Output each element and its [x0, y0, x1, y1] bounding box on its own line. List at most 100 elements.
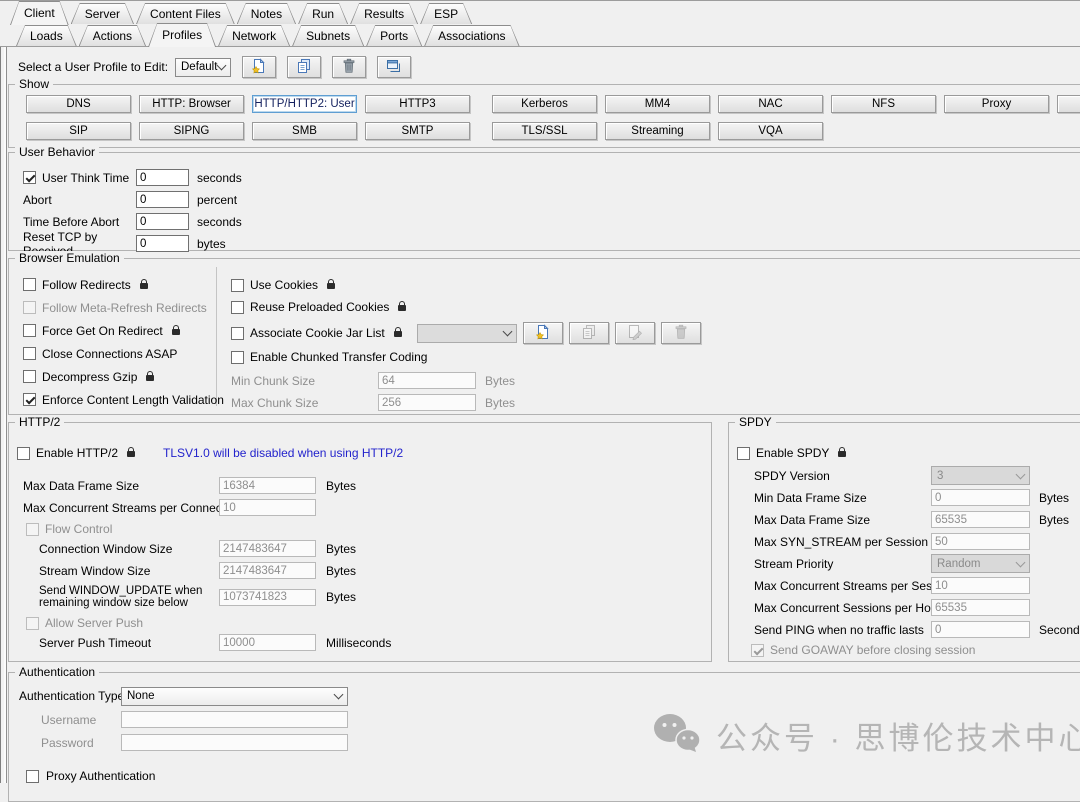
show-button-sip[interactable]: SIP — [26, 122, 131, 140]
reset-tcp-input[interactable] — [136, 235, 189, 252]
show-button-vqa-label: VQA — [758, 125, 782, 137]
show-button-proxy[interactable]: Proxy — [944, 95, 1049, 113]
show-button-partial[interactable] — [1057, 95, 1080, 113]
chevron-down-icon — [334, 690, 344, 700]
tab-actions[interactable]: Actions — [79, 25, 146, 46]
enable-chunked-checkbox[interactable] — [231, 351, 244, 364]
show-button-vqa[interactable]: VQA — [718, 122, 823, 140]
tab-notes-label: Notes — [251, 7, 282, 21]
tab-subnets[interactable]: Subnets — [292, 25, 364, 46]
show-button-smtp[interactable]: SMTP — [365, 122, 470, 140]
show-button-nfs[interactable]: NFS — [831, 95, 936, 113]
spdy-syn-stream-input — [931, 533, 1030, 550]
window-top-border — [0, 0, 1080, 1]
tab-server[interactable]: Server — [71, 3, 134, 24]
spdy-send-ping-label: Send PING when no traffic lasts — [754, 623, 931, 637]
trash-icon — [673, 324, 689, 343]
enable-spdy-label: Enable SPDY — [756, 446, 829, 460]
copy-cookie-jar-button — [569, 322, 609, 344]
authentication-type-dropdown[interactable]: None — [121, 687, 348, 706]
reuse-preloaded-cookies-checkbox[interactable] — [231, 301, 244, 314]
new-cookie-jar-button[interactable] — [523, 322, 563, 344]
secondary-tab-bar: Loads Actions Profiles Network Subnets P… — [16, 25, 520, 47]
close-connections-asap-label: Close Connections ASAP — [42, 347, 177, 361]
lock-icon — [127, 451, 135, 457]
show-button-mm4-label: MM4 — [645, 98, 671, 110]
tab-esp[interactable]: ESP — [420, 3, 472, 24]
lock-icon — [394, 331, 402, 337]
force-get-on-redirect-checkbox[interactable] — [23, 324, 36, 337]
user-think-time-input[interactable] — [136, 169, 189, 186]
chevron-down-icon — [1016, 557, 1026, 567]
decompress-gzip-checkbox[interactable] — [23, 370, 36, 383]
tab-client[interactable]: Client — [10, 1, 69, 25]
spdy-syn-stream-label: Max SYN_STREAM per Session — [754, 535, 931, 549]
enforce-content-length-checkbox[interactable] — [23, 393, 36, 406]
enable-spdy-checkbox[interactable] — [737, 447, 750, 460]
tab-profiles-label: Profiles — [162, 28, 202, 42]
chevron-down-icon — [217, 61, 227, 71]
server-push-timeout-unit: Milliseconds — [326, 636, 391, 650]
user-think-time-checkbox[interactable] — [23, 171, 36, 184]
enforce-content-length-label: Enforce Content Length Validation — [42, 393, 224, 407]
spdy-stream-priority-row: Stream Priority Random — [737, 555, 1080, 572]
show-button-nac[interactable]: NAC — [718, 95, 823, 113]
show-group-title: Show — [15, 77, 53, 91]
tab-run[interactable]: Run — [298, 3, 348, 24]
allow-server-push-row: Allow Server Push — [26, 616, 711, 630]
show-button-kerberos[interactable]: Kerberos — [492, 95, 597, 113]
tab-notes[interactable]: Notes — [237, 3, 296, 24]
time-before-abort-input[interactable] — [136, 213, 189, 230]
show-button-http3-label: HTTP3 — [399, 98, 435, 110]
show-button-http3[interactable]: HTTP3 — [365, 95, 470, 113]
proxy-authentication-checkbox[interactable] — [26, 770, 39, 783]
show-button-mm4[interactable]: MM4 — [605, 95, 710, 113]
export-profile-button[interactable] — [377, 56, 411, 78]
show-button-dns[interactable]: DNS — [26, 95, 131, 113]
delete-profile-button[interactable] — [332, 56, 366, 78]
allow-server-push-checkbox — [26, 617, 39, 630]
show-button-streaming-label: Streaming — [631, 125, 683, 137]
spdy-stream-priority-dropdown: Random — [931, 554, 1030, 573]
show-button-streaming[interactable]: Streaming — [605, 122, 710, 140]
show-button-smb[interactable]: SMB — [252, 122, 357, 140]
tab-results[interactable]: Results — [350, 3, 418, 24]
show-button-sipng[interactable]: SIPNG — [139, 122, 244, 140]
follow-redirects-checkbox[interactable] — [23, 278, 36, 291]
profile-dropdown[interactable]: Default — [175, 58, 231, 77]
new-profile-button[interactable] — [242, 56, 276, 78]
edit-cookie-jar-button — [615, 322, 655, 344]
show-button-tls-ssl[interactable]: TLS/SSL — [492, 122, 597, 140]
associate-cookie-jar-checkbox[interactable] — [231, 327, 244, 340]
server-push-timeout-input — [219, 634, 316, 651]
show-button-kerberos-label: Kerberos — [521, 98, 568, 110]
tab-content-files[interactable]: Content Files — [136, 3, 235, 24]
window-update-label-line1: Send WINDOW_UPDATE when — [39, 585, 202, 597]
show-button-http-browser[interactable]: HTTP: Browser — [139, 95, 244, 113]
show-button-http-http2-user[interactable]: HTTP/HTTP2: User — [252, 95, 357, 113]
copy-profile-button[interactable] — [287, 56, 321, 78]
show-button-dns-label: DNS — [66, 98, 90, 110]
tab-associations[interactable]: Associations — [424, 25, 519, 46]
use-cookies-checkbox[interactable] — [231, 279, 244, 292]
show-button-sip-label: SIP — [69, 125, 88, 137]
enable-http2-checkbox[interactable] — [17, 447, 30, 460]
tab-loads[interactable]: Loads — [16, 25, 77, 46]
profile-dropdown-value: Default — [181, 61, 217, 73]
user-think-time-unit: seconds — [197, 171, 242, 185]
abort-input[interactable] — [136, 191, 189, 208]
proxy-authentication-row: Proxy Authentication — [26, 769, 1080, 783]
max-data-frame-row: Max Data Frame Size Bytes — [17, 477, 711, 494]
tab-network[interactable]: Network — [218, 25, 290, 46]
spdy-max-data-frame-input — [931, 511, 1030, 528]
flow-control-checkbox — [26, 523, 39, 536]
tab-profiles[interactable]: Profiles — [148, 23, 216, 47]
close-connections-asap-checkbox[interactable] — [23, 347, 36, 360]
spdy-version-dropdown: 3 — [931, 466, 1030, 485]
show-button-nfs-label: NFS — [872, 98, 895, 110]
abort-label: Abort — [23, 193, 52, 207]
spdy-group-title: SPDY — [735, 415, 776, 429]
follow-meta-refresh-row: Follow Meta-Refresh Redirects — [23, 301, 224, 315]
tab-ports[interactable]: Ports — [366, 25, 422, 46]
tab-server-label: Server — [85, 7, 120, 21]
